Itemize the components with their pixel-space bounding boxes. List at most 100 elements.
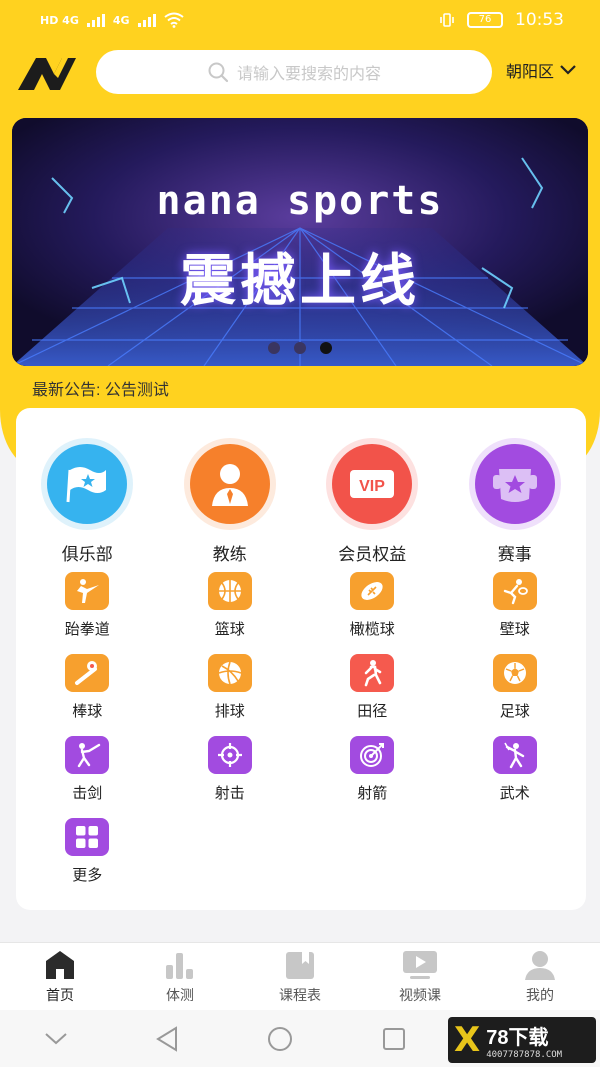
fencing-icon [65,736,110,774]
football-icon [492,654,537,692]
sport-basketball[interactable]: 篮球 [159,572,302,654]
chart-icon [166,952,193,979]
network-label: HD 4G [40,13,79,27]
featured-label: 教练 [212,545,247,564]
track-icon [350,654,395,692]
event-icon [474,444,555,524]
tab-fitness-test[interactable]: 体测 [120,943,240,1010]
search-input[interactable]: 请输入要搜索的内容 [96,50,492,94]
chevron-down-icon[interactable] [44,1032,68,1046]
tab-profile[interactable]: 我的 [480,943,600,1010]
sport-label: 橄榄球 [349,621,395,638]
sport-rugby[interactable]: 橄榄球 [301,572,444,654]
battery-icon: 76 [467,12,503,28]
tab-label: 我的 [526,986,554,1003]
sport-baseball[interactable]: 棒球 [16,654,159,736]
bottom-tab-bar: 首页 体测 课程表 视频课 我的 [0,942,600,1010]
sport-label: 武术 [499,785,530,802]
carousel-dot-active[interactable] [320,342,332,354]
banner-subtitle: 震撼上线 [180,249,420,314]
signal-icon-2 [137,13,156,27]
district-label: 朝阳区 [506,64,555,81]
sport-label: 射箭 [357,785,388,802]
sport-more[interactable]: 更多 [16,818,159,900]
search-placeholder: 请输入要搜索的内容 [236,66,381,83]
tab-video[interactable]: 视频课 [360,943,480,1010]
wushu-icon [492,736,537,774]
featured-event[interactable]: 赛事 [444,438,587,565]
sport-squash[interactable]: 壁球 [444,572,587,654]
sport-label: 篮球 [214,621,245,638]
search-icon [208,62,229,83]
sport-archery[interactable]: 射箭 [301,736,444,818]
baseball-icon [65,654,110,692]
tab-label: 首页 [46,986,74,1003]
coach-icon [189,444,270,524]
shooting-icon [207,736,252,774]
featured-label: 会员权益 [338,545,407,564]
taekwondo-icon [65,572,110,610]
featured-vip[interactable]: VIP 会员权益 [301,438,444,565]
status-bar: HD 4G 4G 76 10:53 [0,0,600,40]
sport-fencing[interactable]: 击剑 [16,736,159,818]
back-icon[interactable] [155,1025,179,1052]
vip-icon: VIP [332,444,413,524]
signal-icon [86,13,105,27]
tab-label: 视频课 [399,986,441,1003]
featured-coach[interactable]: 教练 [159,438,302,565]
schedule-icon [286,951,314,979]
sport-label: 更多 [72,867,103,884]
sport-football[interactable]: 足球 [444,654,587,736]
archery-icon [350,736,395,774]
sport-label: 田径 [357,703,388,720]
watermark-title: 78下载 [486,1026,549,1049]
home-circle-icon[interactable] [266,1025,294,1053]
tab-home[interactable]: 首页 [0,943,120,1010]
volleyball-icon [207,654,252,692]
header: 请输入要搜索的内容 朝阳区 [0,44,600,100]
category-card: 俱乐部 教练 VIP 会员权益 赛事 跆拳道 篮球 橄榄球 壁球 棒球 排球 田… [16,408,586,910]
banner-title: nana sports [156,178,444,224]
network-label-2: 4G [112,13,130,27]
featured-club[interactable]: 俱乐部 [16,438,159,565]
watermark-url: 4007787878.COM [486,1049,563,1060]
flag-star-icon [47,444,128,524]
carousel-dot[interactable] [294,342,306,354]
clock: 10:53 [515,10,564,30]
app-logo [18,58,76,90]
sport-taekwondo[interactable]: 跆拳道 [16,572,159,654]
banner-carousel[interactable]: nana sports 震撼上线 [12,118,588,366]
featured-row: 俱乐部 教练 VIP 会员权益 赛事 [16,438,586,565]
chevron-down-icon [560,65,576,75]
recent-apps-icon[interactable] [381,1026,407,1052]
vibrate-icon [440,13,454,27]
watermark-logo: X 78下载 4007787878.COM [448,1017,596,1063]
featured-label: 赛事 [497,545,532,564]
district-selector[interactable]: 朝阳区 [506,58,576,82]
tab-label: 体测 [166,986,194,1003]
tab-label: 课程表 [279,986,321,1003]
sport-volleyball[interactable]: 排球 [159,654,302,736]
sport-track[interactable]: 田径 [301,654,444,736]
home-icon [46,950,74,979]
rugby-icon [350,572,395,610]
carousel-dot[interactable] [268,342,280,354]
video-icon [403,950,437,979]
sport-label: 排球 [214,703,245,720]
watermark-x-icon: X [454,1020,481,1060]
basketball-icon [207,572,252,610]
featured-label: 俱乐部 [61,545,113,564]
sport-label: 跆拳道 [64,621,110,638]
sport-label: 足球 [499,703,530,720]
sport-wushu[interactable]: 武术 [444,736,587,818]
announcement[interactable]: 最新公告: 公告测试 [32,376,169,400]
sport-label: 射击 [214,785,245,802]
sport-label: 壁球 [499,621,530,638]
svg-text:VIP: VIP [359,478,385,495]
profile-icon [525,950,555,980]
sport-shooting[interactable]: 射击 [159,736,302,818]
sport-label: 击剑 [72,785,103,802]
sport-label: 棒球 [72,703,103,720]
tab-schedule[interactable]: 课程表 [240,943,360,1010]
sports-grid: 跆拳道 篮球 橄榄球 壁球 棒球 排球 田径 足球 击剑 射击 射箭 武术 更多 [16,572,586,900]
